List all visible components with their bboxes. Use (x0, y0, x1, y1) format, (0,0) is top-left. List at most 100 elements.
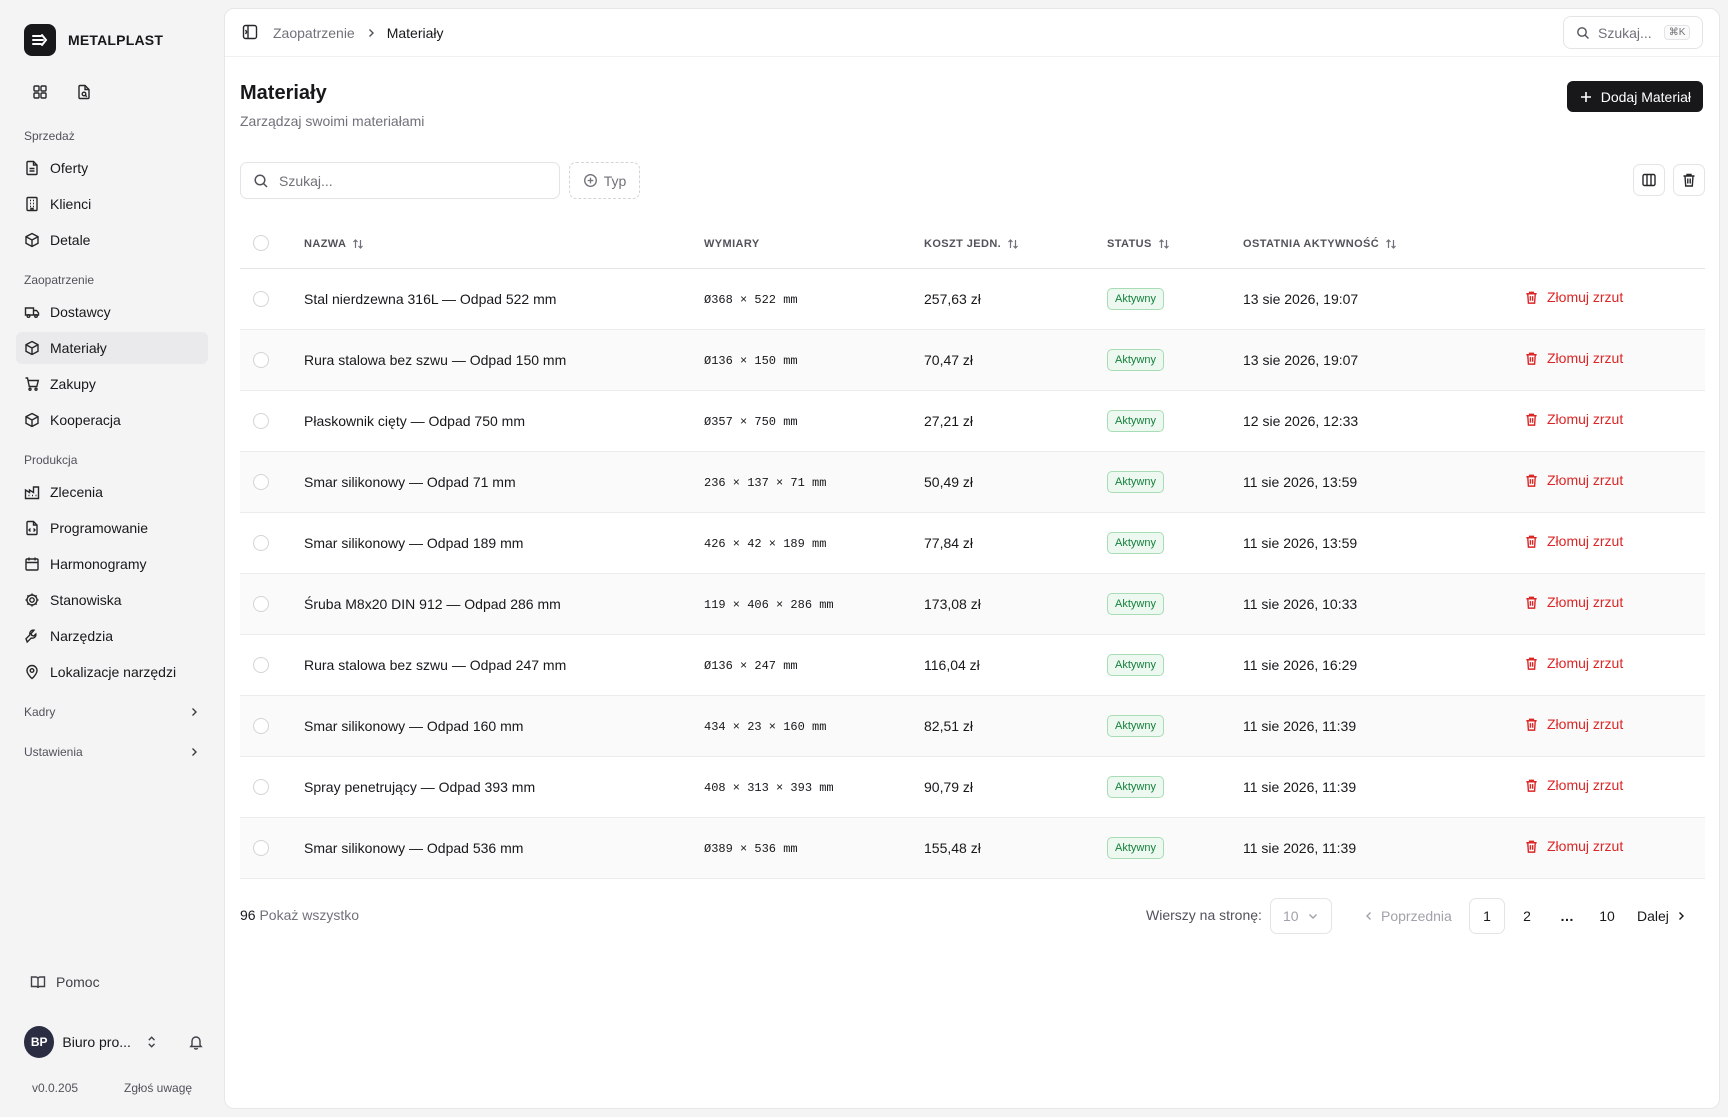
table-search-input[interactable]: Szukaj... (240, 162, 560, 199)
select-all-checkbox[interactable] (253, 235, 269, 251)
next-page-button[interactable]: Dalej (1637, 898, 1687, 934)
sidebar-item-narzedzia[interactable]: Narzędzia (16, 620, 208, 652)
scrap-button[interactable]: Złomuj zrzut (1524, 350, 1623, 366)
table-row[interactable]: Smar silikonowy — Odpad 71 mm 236 × 137 … (240, 452, 1705, 513)
table-row[interactable]: Stal nierdzewna 316L — Odpad 522 mm Ø368… (240, 269, 1705, 330)
brand[interactable]: METALPLAST (24, 24, 163, 56)
sidebar-item-label: Zlecenia (50, 484, 103, 500)
scrap-button[interactable]: Złomuj zrzut (1524, 289, 1623, 305)
material-cost: 77,84 zł (924, 535, 974, 551)
global-search[interactable]: Szukaj... ⌘K (1563, 16, 1703, 49)
nav-section-zaopatrzenie: Zaopatrzenie (24, 273, 95, 287)
sidebar-item-stanowiska[interactable]: Stanowiska (16, 584, 208, 616)
material-cost: 82,51 zł (924, 718, 974, 734)
material-dims: Ø389 × 536 mm (704, 842, 798, 856)
global-search-placeholder: Szukaj... (1598, 24, 1652, 41)
sidebar-item-lokalizacje-narzedzi[interactable]: Lokalizacje narzędzi (16, 656, 208, 688)
table-row[interactable]: Rura stalowa bez szwu — Odpad 150 mm Ø13… (240, 330, 1705, 391)
chevron-right-icon (1678, 912, 1684, 920)
sidebar-item-label: Lokalizacje narzędzi (50, 664, 177, 680)
table-header: NAZWA WYMIARY KOSZT JEDN. STATUS OSTATNI… (240, 221, 1705, 269)
scrap-label: Złomuj zrzut (1547, 289, 1624, 305)
nav-section-sprzedaz: Sprzedaż (24, 129, 75, 143)
rows-per-page-value: 10 (1283, 908, 1299, 924)
add-material-button[interactable]: Dodaj Materiał (1566, 81, 1703, 112)
scrap-label: Złomuj zrzut (1547, 838, 1624, 854)
sidebar-item-klienci[interactable]: Klienci (16, 188, 208, 220)
sidebar-item-dostawcy[interactable]: Dostawcy (16, 296, 208, 328)
type-filter-button[interactable]: Typ (569, 162, 640, 199)
row-checkbox[interactable] (253, 413, 269, 429)
dashboard-icon[interactable] (28, 80, 52, 104)
row-checkbox[interactable] (253, 840, 269, 856)
box-icon (25, 412, 39, 428)
row-checkbox[interactable] (253, 718, 269, 734)
sidebar-item-programowanie[interactable]: Programowanie (16, 512, 208, 544)
user-menu[interactable]: BP Biuro pro... (24, 1026, 204, 1058)
columns-button[interactable] (1633, 164, 1665, 196)
column-header-cost[interactable]: KOSZT JEDN. (924, 238, 1019, 250)
bulk-delete-button[interactable] (1673, 164, 1705, 196)
breadcrumb: Zaopatrzenie Materiały (273, 25, 444, 41)
table-row[interactable]: Smar silikonowy — Odpad 536 mm Ø389 × 53… (240, 818, 1705, 879)
row-checkbox[interactable] (253, 474, 269, 490)
breadcrumb-parent[interactable]: Zaopatrzenie (273, 25, 355, 41)
table-row[interactable]: Śruba M8x20 DIN 912 — Odpad 286 mm 119 ×… (240, 574, 1705, 635)
scrap-button[interactable]: Złomuj zrzut (1524, 655, 1623, 671)
chevron-right-icon (192, 708, 197, 716)
scrap-button[interactable]: Złomuj zrzut (1524, 472, 1623, 488)
row-checkbox[interactable] (253, 779, 269, 795)
column-header-activity[interactable]: OSTATNIA AKTYWNOŚĆ (1243, 238, 1397, 250)
user-name: Biuro pro... (62, 1034, 131, 1050)
page-ellipsis: … (1560, 908, 1574, 924)
type-filter-label: Typ (603, 172, 627, 189)
sidebar-group-ustawienia[interactable]: Ustawienia (16, 738, 208, 766)
scrap-button[interactable]: Złomuj zrzut (1524, 777, 1623, 793)
notifications-button[interactable] (188, 1034, 204, 1050)
help-link[interactable]: Pomoc (30, 974, 100, 990)
file-search-icon[interactable] (72, 80, 96, 104)
row-checkbox[interactable] (253, 352, 269, 368)
scrap-button[interactable]: Złomuj zrzut (1524, 838, 1623, 854)
table-row[interactable]: Spray penetrujący — Odpad 393 mm 408 × 3… (240, 757, 1705, 818)
column-header-name[interactable]: NAZWA (304, 238, 364, 250)
sidebar-item-materialy[interactable]: Materiały (16, 332, 208, 364)
page-button-10[interactable]: 10 (1589, 898, 1625, 934)
row-checkbox[interactable] (253, 596, 269, 612)
chevrons-up-down-icon (148, 1036, 155, 1048)
factory-icon (24, 486, 40, 500)
page-button-2[interactable]: 2 (1509, 898, 1545, 934)
rows-per-page-select[interactable]: 10 (1270, 898, 1332, 934)
column-header-status[interactable]: STATUS (1107, 238, 1170, 250)
scrap-button[interactable]: Złomuj zrzut (1524, 594, 1623, 610)
search-icon (254, 173, 268, 188)
status-badge: Aktywny (1107, 471, 1164, 493)
feedback-link[interactable]: Zgłoś uwagę (124, 1081, 192, 1095)
table-row[interactable]: Smar silikonowy — Odpad 160 mm 434 × 23 … (240, 696, 1705, 757)
sidebar-item-harmonogramy[interactable]: Harmonogramy (16, 548, 208, 580)
scrap-button[interactable]: Złomuj zrzut (1524, 716, 1623, 732)
sidebar-item-kooperacja[interactable]: Kooperacja (16, 404, 208, 436)
scrap-button[interactable]: Złomuj zrzut (1524, 533, 1623, 549)
show-all-link[interactable]: Pokaż wszystko (259, 907, 359, 923)
table-row[interactable]: Płaskownik cięty — Odpad 750 mm Ø357 × 7… (240, 391, 1705, 452)
sidebar-item-zlecenia[interactable]: Zlecenia (16, 476, 208, 508)
sidebar-item-oferty[interactable]: Oferty (16, 152, 208, 184)
scrap-button[interactable]: Złomuj zrzut (1524, 411, 1623, 427)
sidebar-group-kadry[interactable]: Kadry (16, 698, 208, 726)
sidebar-item-zakupy[interactable]: Zakupy (16, 368, 208, 400)
row-checkbox[interactable] (253, 535, 269, 551)
material-name: Śruba M8x20 DIN 912 — Odpad 286 mm (304, 596, 561, 612)
prev-page-button[interactable]: Poprzednia (1363, 898, 1452, 934)
table-row[interactable]: Smar silikonowy — Odpad 189 mm 426 × 42 … (240, 513, 1705, 574)
last-activity: 12 sie 2026, 12:33 (1243, 413, 1359, 429)
page-button-1[interactable]: 1 (1469, 898, 1505, 934)
sidebar-item-detale[interactable]: Detale (16, 224, 208, 256)
material-dims: Ø136 × 150 mm (704, 354, 798, 368)
status-badge: Aktywny (1107, 776, 1164, 798)
row-checkbox[interactable] (253, 291, 269, 307)
sidebar-toggle-button[interactable] (241, 23, 259, 41)
last-activity: 11 sie 2026, 11:39 (1243, 840, 1357, 856)
row-checkbox[interactable] (253, 657, 269, 673)
table-row[interactable]: Rura stalowa bez szwu — Odpad 247 mm Ø13… (240, 635, 1705, 696)
